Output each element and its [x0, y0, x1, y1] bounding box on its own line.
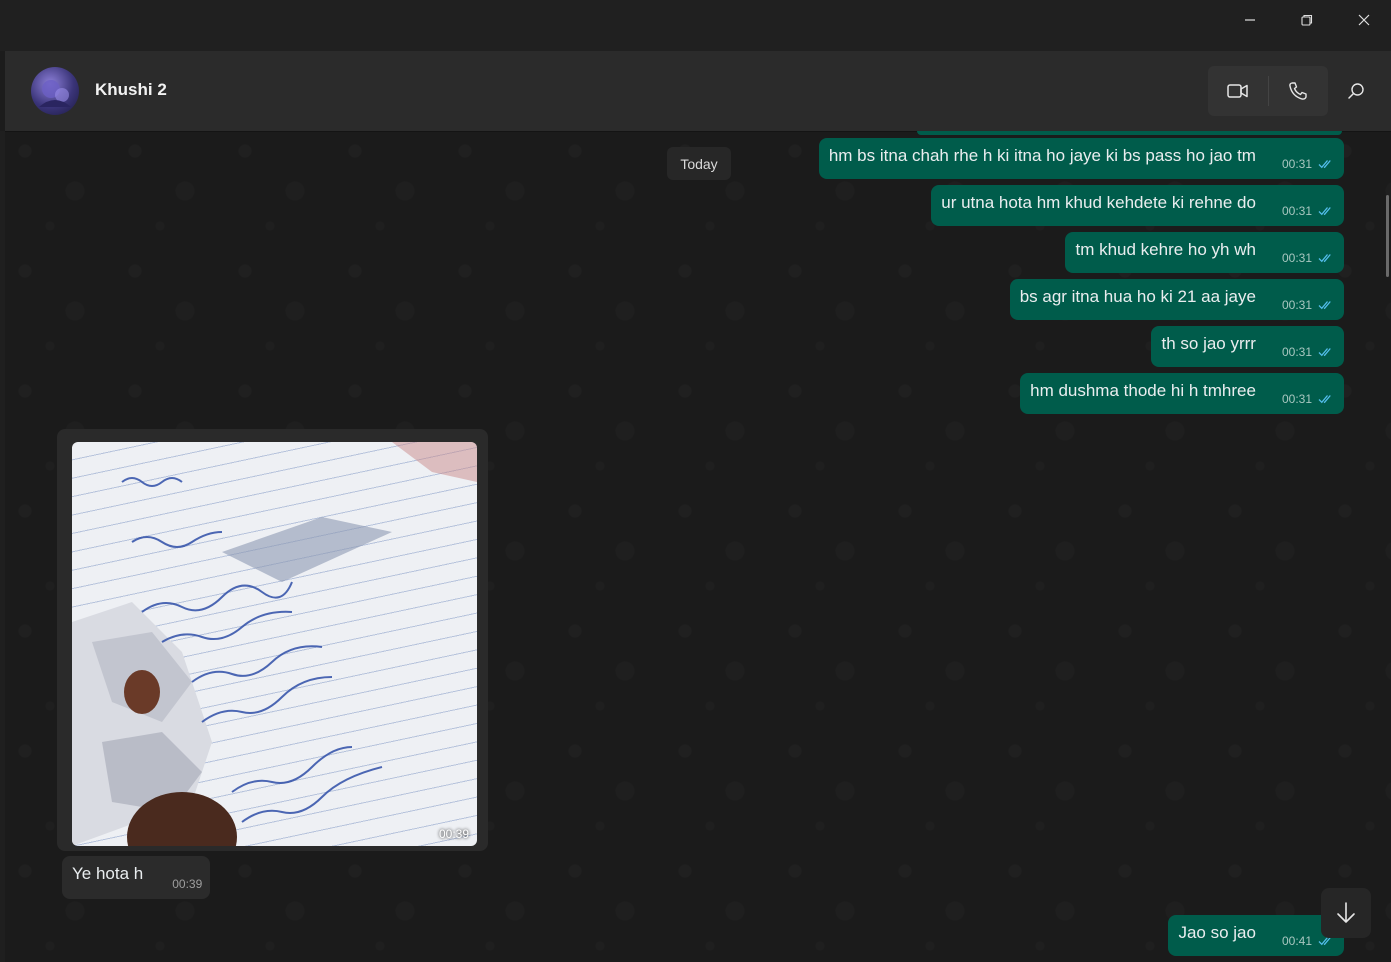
message-time: 00:31 — [1281, 251, 1312, 265]
scroll-to-bottom-button[interactable] — [1321, 888, 1371, 938]
avatar[interactable] — [31, 67, 79, 115]
message-meta: 00:31 — [1282, 204, 1334, 218]
message-meta: 00:39 — [172, 876, 202, 891]
message-time: 00:31 — [1281, 298, 1312, 312]
contact-name[interactable]: Khushi 2 — [95, 80, 167, 100]
message-time: 00:41 — [1281, 934, 1312, 948]
shared-photo[interactable]: 00:39 — [72, 442, 477, 846]
minimize-icon — [1244, 19, 1255, 21]
message-text: ur utna hota hm khud kehdete ki rehne do — [941, 193, 1256, 212]
outgoing-message[interactable]: tm khud kehre ho yh wh 00:31 — [1065, 232, 1344, 273]
message-time: 00:31 — [1281, 392, 1312, 406]
incoming-image-message[interactable]: 00:39 — [57, 429, 488, 851]
read-ticks-icon — [1318, 348, 1331, 357]
message-meta: 00:31 — [1282, 298, 1334, 312]
close-icon — [1358, 14, 1369, 26]
scrollbar-thumb[interactable] — [1386, 195, 1389, 277]
read-ticks-icon — [1318, 160, 1331, 169]
message-meta: 00:31 — [1282, 157, 1334, 171]
arrow-down-icon — [1337, 902, 1355, 923]
video-call-button[interactable] — [1208, 66, 1268, 116]
message-text: bs agr itna hua ho ki 21 aa jaye — [1019, 287, 1256, 306]
outgoing-message[interactable]: th so jao yrrr 00:31 — [1151, 326, 1344, 367]
video-call-icon — [1227, 84, 1248, 98]
restore-icon — [1300, 14, 1312, 26]
image-time: 00:39 — [438, 827, 469, 841]
outgoing-message[interactable]: ur utna hota hm khud kehdete ki rehne do… — [931, 185, 1344, 226]
message-time: 00:31 — [1281, 345, 1312, 359]
read-ticks-icon — [1318, 301, 1331, 310]
read-ticks-icon — [1318, 254, 1331, 263]
message-time: 00:31 — [1281, 157, 1312, 171]
incoming-message[interactable]: Ye hota h 00:39 — [62, 856, 210, 899]
call-button-group — [1208, 66, 1328, 116]
outgoing-message[interactable]: hm dushma thode hi h tmhree 00:31 — [1020, 373, 1344, 414]
title-bar — [0, 0, 1391, 51]
read-ticks-icon — [1318, 207, 1331, 216]
message-text: tm khud kehre ho yh wh — [1075, 240, 1256, 259]
voice-call-button[interactable] — [1269, 66, 1329, 116]
message-time: 00:39 — [172, 876, 203, 891]
minimize-button[interactable] — [1221, 0, 1278, 40]
date-separator: Today — [667, 147, 731, 180]
restore-button[interactable] — [1278, 0, 1335, 40]
message-text: hm bs itna chah rhe h ki itna ho jaye ki… — [828, 146, 1256, 165]
read-ticks-icon — [1318, 395, 1331, 404]
message-text: Jao so jao — [1178, 923, 1256, 942]
search-icon — [1348, 83, 1364, 99]
outgoing-message[interactable]: bs agr itna hua ho ki 21 aa jaye 00:31 — [1009, 279, 1344, 320]
photo-content — [72, 442, 477, 846]
message-list[interactable]: Today hm bs itna chah rhe h ki itna ho j… — [5, 131, 1391, 962]
close-button[interactable] — [1335, 0, 1391, 40]
message-meta: 00:31 — [1282, 251, 1334, 265]
outgoing-message[interactable]: hm bs itna chah rhe h ki itna ho jaye ki… — [818, 138, 1344, 179]
search-button[interactable] — [1341, 76, 1371, 106]
previous-message-edge — [917, 131, 1342, 135]
message-meta: 00:31 — [1282, 345, 1334, 359]
message-text: hm dushma thode hi h tmhree — [1030, 381, 1256, 400]
message-text: Ye hota h — [72, 864, 144, 883]
chat-header: Khushi 2 — [0, 51, 1391, 131]
voice-call-icon — [1289, 82, 1307, 100]
outgoing-message[interactable]: Jao so jao 00:41 — [1168, 915, 1344, 956]
message-text: th so jao yrrr — [1161, 334, 1256, 353]
message-meta: 00:31 — [1282, 392, 1334, 406]
message-time: 00:31 — [1281, 204, 1312, 218]
